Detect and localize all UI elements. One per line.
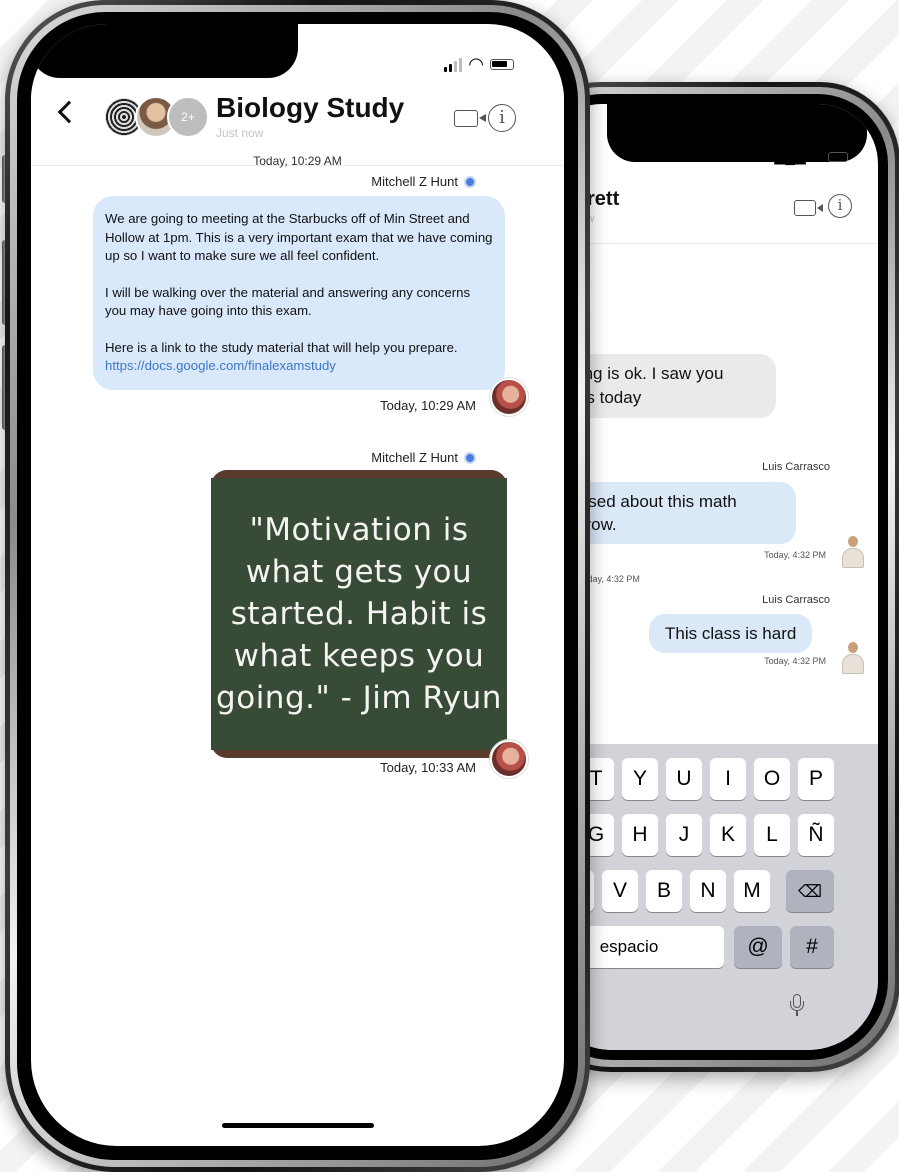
- notch: [31, 24, 298, 78]
- message-time: Today, 4:32 PM: [764, 656, 826, 666]
- key-h[interactable]: H: [622, 814, 658, 856]
- sender-name: Mitchell Z Hunt: [371, 450, 476, 465]
- battery-icon: [490, 59, 514, 70]
- key-k[interactable]: K: [710, 814, 746, 856]
- key-b[interactable]: B: [646, 870, 682, 912]
- keyboard: R T Y U I O P F G H J K L Ñ C V B N M ⌫ …: [542, 744, 878, 1050]
- key-l[interactable]: L: [754, 814, 790, 856]
- key-y[interactable]: Y: [622, 758, 658, 800]
- key-n[interactable]: N: [690, 870, 726, 912]
- status-time: 10:16 ➤: [76, 53, 149, 76]
- backspace-icon: ⌫: [797, 882, 823, 901]
- back-chevron-icon[interactable]: [57, 100, 81, 124]
- chat-title[interactable]: Biology Study: [216, 92, 404, 124]
- verified-badge-icon: [464, 175, 476, 188]
- info-icon[interactable]: i: [828, 194, 852, 218]
- backspace-key[interactable]: ⌫: [786, 870, 834, 912]
- sender-name: Mitchell Z Hunt: [371, 174, 476, 189]
- chat-title[interactable]: rett: [587, 188, 619, 211]
- status-icons: ▂▄▆ ◠: [774, 148, 848, 165]
- message-text: Here is a link to the study material tha…: [105, 339, 458, 374]
- location-arrow-icon: ➤: [135, 58, 149, 75]
- group-avatars[interactable]: 2+: [103, 96, 213, 140]
- key-u[interactable]: U: [666, 758, 702, 800]
- video-call-icon[interactable]: [794, 200, 823, 216]
- at-key[interactable]: @: [734, 926, 782, 968]
- message-bubble[interactable]: This class is hard: [649, 614, 813, 653]
- avatar[interactable]: [490, 740, 528, 778]
- message-text: We are going to meeting at the Starbucks…: [105, 211, 493, 263]
- back-phone-screen: ▂▄▆ ◠ rett w i you erything is ok. I saw…: [542, 104, 878, 1050]
- avatar[interactable]: [840, 642, 866, 674]
- status-icons: ◠: [444, 54, 514, 75]
- message-time: Today, 10:29 AM: [380, 398, 476, 413]
- battery-icon: [828, 151, 848, 162]
- signal-icon: [444, 57, 463, 72]
- message-time: Today, 4:32 PM: [764, 550, 826, 560]
- verified-badge-icon: [464, 451, 476, 464]
- study-material-link[interactable]: https://docs.google.com/finalexamstudy: [105, 358, 336, 373]
- chat-subtitle: Just now: [216, 126, 264, 140]
- avatar[interactable]: [840, 536, 866, 568]
- key-n-tilde[interactable]: Ñ: [798, 814, 834, 856]
- quote-image-text: "Motivation is what gets you started. Ha…: [216, 512, 502, 716]
- avatar[interactable]: [490, 378, 528, 416]
- message-text: I will be walking over the material and …: [105, 284, 471, 319]
- hash-key[interactable]: #: [790, 926, 834, 968]
- home-indicator: [221, 1123, 374, 1128]
- wifi-icon: ◠: [810, 148, 823, 164]
- key-p[interactable]: P: [798, 758, 834, 800]
- wifi-icon: ◠: [468, 54, 484, 74]
- message-bubble[interactable]: We are going to meeting at the Starbucks…: [93, 196, 505, 390]
- key-v[interactable]: V: [602, 870, 638, 912]
- avatar-more-count: 2+: [167, 96, 209, 138]
- date-separator: Today, 10:29 AM: [253, 154, 342, 168]
- info-icon[interactable]: i: [488, 104, 516, 132]
- signal-icon: ▂▄▆: [774, 148, 806, 164]
- video-call-icon[interactable]: [454, 110, 486, 127]
- image-message[interactable]: "Motivation is what gets you started. Ha…: [211, 470, 507, 758]
- key-o[interactable]: O: [754, 758, 790, 800]
- key-j[interactable]: J: [666, 814, 702, 856]
- message-time: Today, 10:33 AM: [380, 760, 476, 775]
- microphone-icon[interactable]: [790, 994, 804, 1016]
- chat-header: rett w i: [542, 174, 878, 244]
- key-m[interactable]: M: [734, 870, 770, 912]
- sender-name: Luis Carrasco: [762, 461, 830, 473]
- front-phone-screen: 10:16 ➤ ◠ 2+ Biology Study Just now i To…: [31, 24, 564, 1146]
- key-i[interactable]: I: [710, 758, 746, 800]
- front-phone: 10:16 ➤ ◠ 2+ Biology Study Just now i To…: [5, 0, 590, 1172]
- sender-name: Luis Carrasco: [762, 594, 830, 606]
